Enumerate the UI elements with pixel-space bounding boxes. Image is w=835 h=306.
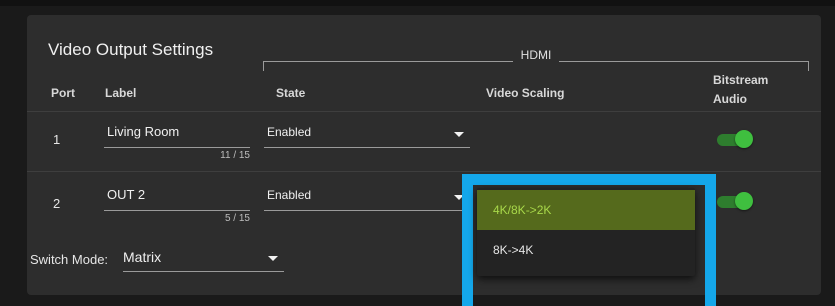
row-1-bitstream-toggle[interactable] [715, 130, 753, 148]
column-header-port: Port [51, 86, 75, 100]
hdmi-group-label: HDMI [512, 48, 560, 62]
dropdown-option-4k8k-2k[interactable]: 4K/8K->2K [477, 190, 695, 230]
top-strip [0, 0, 835, 6]
switch-mode-value: Matrix [123, 249, 162, 265]
column-header-label: Label [105, 86, 137, 100]
row-1-port: 1 [53, 132, 61, 147]
row-2-port: 2 [53, 196, 61, 211]
row-1-label-field[interactable]: Living Room [104, 122, 250, 148]
column-header-bitstream: Bitstream [713, 73, 769, 87]
dropdown-option-8k-4k[interactable]: 8K->4K [477, 230, 695, 270]
row-divider [27, 171, 821, 172]
row-2-bitstream-toggle[interactable] [715, 192, 753, 210]
row-1-state-value: Enabled [267, 125, 312, 139]
switch-mode-label: Switch Mode: [30, 252, 109, 267]
toggle-thumb [735, 192, 753, 210]
hdmi-group-bracket: HDMI [263, 48, 809, 71]
row-1-label-value: Living Room [107, 124, 180, 139]
chevron-down-icon [268, 256, 278, 261]
video-scaling-dropdown-menu: 4K/8K->2K 8K->4K [477, 188, 695, 276]
header-divider [27, 111, 821, 112]
panel-title: Video Output Settings [48, 40, 214, 59]
row-2-char-counter: 5 / 15 [224, 213, 250, 224]
column-header-video-scaling: Video Scaling [486, 86, 565, 100]
chevron-down-icon [454, 132, 464, 137]
row-2-state-select[interactable]: Enabled [264, 185, 470, 211]
row-2-label-value: OUT 2 [107, 187, 146, 202]
row-2-state-value: Enabled [267, 188, 312, 202]
row-2-label-field[interactable]: OUT 2 [104, 185, 250, 211]
row-1-state-select[interactable]: Enabled [264, 122, 470, 148]
switch-mode-select[interactable]: Matrix [123, 246, 284, 272]
column-header-state: State [276, 86, 306, 100]
column-header-audio: Audio [713, 92, 747, 106]
row-1-char-counter: 11 / 15 [220, 150, 250, 161]
toggle-thumb [735, 130, 753, 148]
